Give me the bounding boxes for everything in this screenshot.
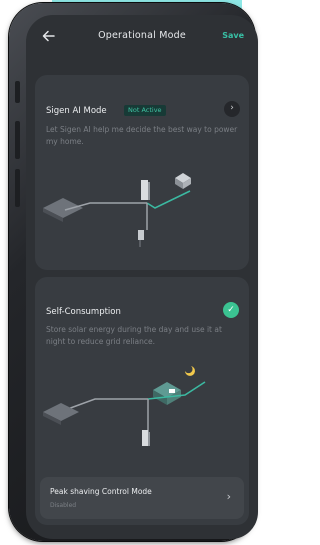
app-screen: Operational Mode Save Sigen AI Mode Not … [26, 15, 258, 539]
self-consumption-illustration [43, 366, 206, 446]
peak-shaving-row[interactable]: Peak shaving Control Mode Disabled › [40, 477, 244, 519]
chevron-right-icon[interactable]: › [224, 101, 240, 117]
flow-line [146, 190, 191, 209]
peak-shaving-title: Peak shaving Control Mode [50, 487, 152, 496]
save-button[interactable]: Save [222, 31, 244, 40]
self-consumption-title: Self-Consumption [46, 307, 121, 317]
grid-line [64, 398, 148, 411]
phone-side-button [15, 81, 20, 103]
ai-mode-title: Sigen AI Mode [46, 106, 107, 116]
chevron-right-icon[interactable]: › [227, 490, 231, 503]
phone-volume-down-button [15, 169, 20, 207]
ai-mode-description: Let Sigen AI help me decide the best way… [46, 125, 238, 146]
self-consumption-description: Store solar energy during the day and us… [46, 325, 222, 346]
moon-icon [185, 366, 195, 376]
inverter-icon [141, 180, 148, 200]
self-consumption-card[interactable]: Self-Consumption ✓ Store solar energy du… [35, 277, 249, 525]
app-header: Operational Mode Save [26, 15, 258, 57]
ai-mode-illustration [43, 173, 191, 247]
check-circle-icon: ✓ [223, 302, 239, 318]
inverter-icon [142, 430, 148, 446]
peak-shaving-status: Disabled [50, 502, 77, 509]
phone-volume-up-button [15, 121, 20, 159]
ai-mode-card[interactable]: Sigen AI Mode Not Active › Let Sigen AI … [35, 75, 249, 270]
meter-icon [138, 230, 144, 240]
phone-frame: Operational Mode Save Sigen AI Mode Not … [9, 3, 258, 541]
status-badge: Not Active [124, 105, 166, 116]
